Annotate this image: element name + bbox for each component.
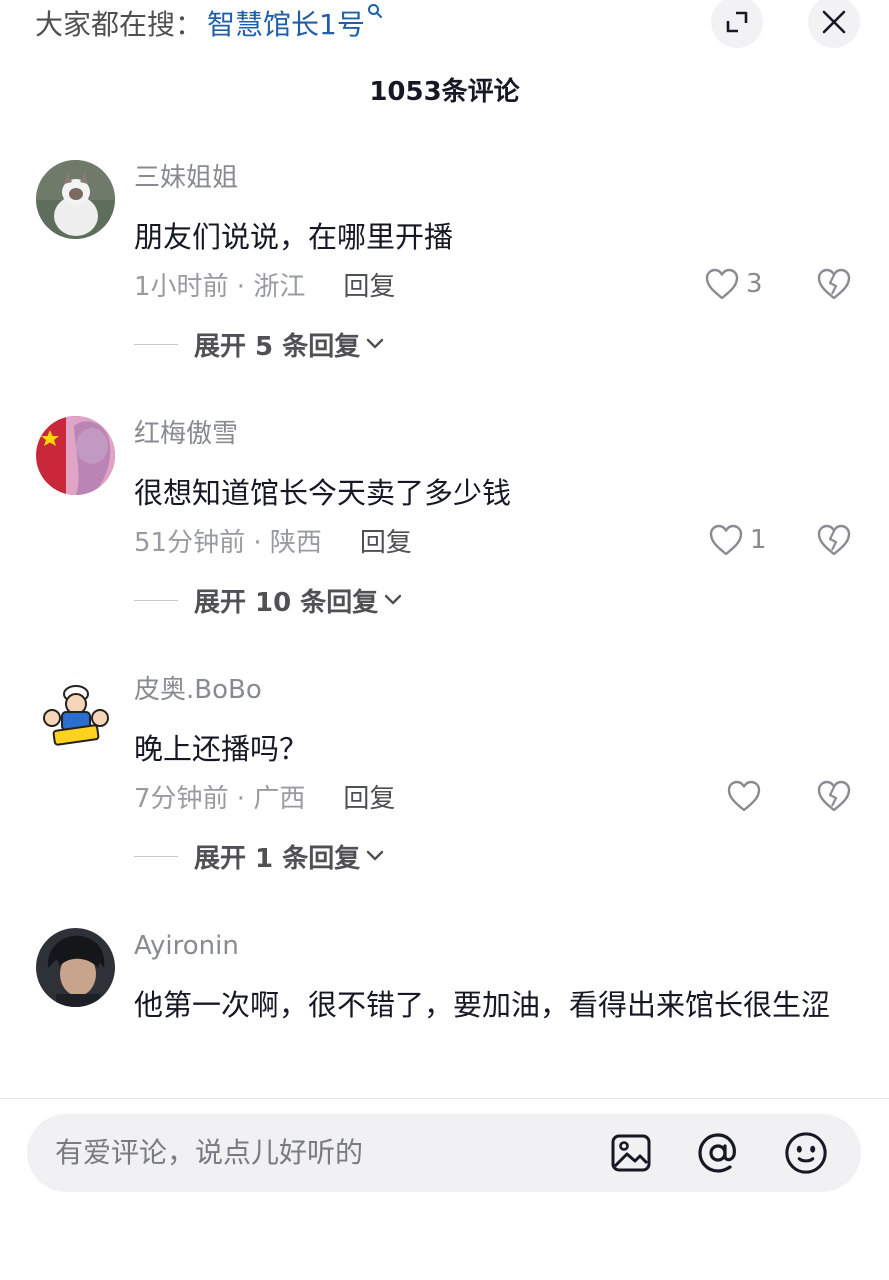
like-count: 3 [746,269,763,299]
comment-item: 皮奥.BoBo 晚上还播吗？ 7分钟前 · 广西 回复 展开 1 条回复 [0,652,889,908]
top-bar: 大家都在搜： 智慧馆长1号 [0,0,889,48]
comment-meta: 51分钟前 · 陕西 回复 [134,520,412,560]
avatar[interactable] [36,160,115,239]
search-suggestion[interactable]: 大家都在搜： 智慧馆长1号 [35,0,383,46]
comment-text: 他第一次啊，很不错了，要加油，看得出来馆长很生涩 [134,988,831,1022]
comment-text: 晚上还播吗？ [134,732,309,766]
comment-time-location: 1小时前 · 浙江 [134,271,306,302]
reply-button[interactable]: 回复 [360,522,412,559]
comment-nickname[interactable]: Ayironin [134,930,239,962]
avatar[interactable] [36,416,115,495]
comment-count-title: 1053条评论 [369,77,520,107]
comment-list[interactable]: 三妹姐姐 朋友们说说，在哪里开播 1小时前 · 浙江 回复 3 展开 5 条回复 [0,140,889,1097]
expand-icon [726,11,748,33]
comment-text: 朋友们说说，在哪里开播 [134,220,454,254]
divider-line [134,855,178,857]
comment-item: 三妹姐姐 朋友们说说，在哪里开播 1小时前 · 浙江 回复 3 展开 5 条回复 [0,140,889,396]
expand-replies-label: 展开 10 条回复 [194,587,379,618]
like-button[interactable]: 1 [708,520,767,560]
comment-time-location: 51分钟前 · 陕西 [134,527,322,558]
reply-button[interactable]: 回复 [343,778,395,815]
expand-button[interactable] [711,0,763,48]
expand-replies-button[interactable]: 展开 5 条回复 [134,324,384,364]
close-button[interactable] [808,0,860,48]
comment-nickname[interactable]: 红梅傲雪 [134,418,238,450]
input-divider [0,1098,889,1099]
like-count: 1 [750,525,767,555]
chevron-down-icon [367,338,384,349]
comment-item: 红梅傲雪 很想知道馆长今天卖了多少钱 51分钟前 · 陕西 回复 1 展开 10… [0,396,889,652]
close-icon [822,10,846,34]
image-icon [611,1134,651,1172]
like-button[interactable]: 3 [704,264,763,304]
dislike-button[interactable] [814,776,854,816]
search-suggestion-prefix: 大家都在搜： [35,8,204,41]
reply-button[interactable]: 回复 [343,266,395,303]
divider-line [134,599,178,601]
emoji-icon [785,1132,827,1174]
emoji-button[interactable] [784,1131,828,1175]
comment-text: 很想知道馆长今天卖了多少钱 [134,476,512,510]
mention-button[interactable] [696,1131,740,1175]
comment-meta: 7分钟前 · 广西 回复 [134,776,395,816]
chevron-down-icon [385,594,402,605]
image-button[interactable] [609,1131,653,1175]
broken-heart-icon [817,524,851,556]
dislike-button[interactable] [814,520,854,560]
like-button[interactable] [726,776,762,816]
divider-line [134,343,178,345]
avatar[interactable] [36,672,115,751]
avatar[interactable] [36,928,115,1007]
broken-heart-icon [817,268,851,300]
heart-icon [727,780,761,812]
expand-replies-button[interactable]: 展开 10 条回复 [134,580,402,620]
chevron-down-icon [367,850,384,861]
expand-replies-button[interactable]: 展开 1 条回复 [134,836,384,876]
search-icon [367,3,383,24]
broken-heart-icon [817,780,851,812]
at-icon [698,1133,736,1173]
comment-meta: 1小时前 · 浙江 回复 [134,264,395,304]
heart-icon [705,268,739,300]
comment-nickname[interactable]: 三妹姐姐 [134,162,238,194]
dislike-button[interactable] [814,264,854,304]
expand-replies-label: 展开 1 条回复 [194,843,361,874]
comment-item: Ayironin 他第一次啊，很不错了，要加油，看得出来馆长很生涩 [0,908,889,1097]
comment-input-placeholder[interactable]: 有爱评论，说点儿好听的 [55,1114,363,1192]
comment-time-location: 7分钟前 · 广西 [134,783,306,814]
heart-icon [709,524,743,556]
comment-nickname[interactable]: 皮奥.BoBo [134,674,262,706]
expand-replies-label: 展开 5 条回复 [194,331,361,362]
search-suggestion-term[interactable]: 智慧馆长1号 [207,3,365,43]
comment-input[interactable]: 有爱评论，说点儿好听的 [27,1114,861,1192]
